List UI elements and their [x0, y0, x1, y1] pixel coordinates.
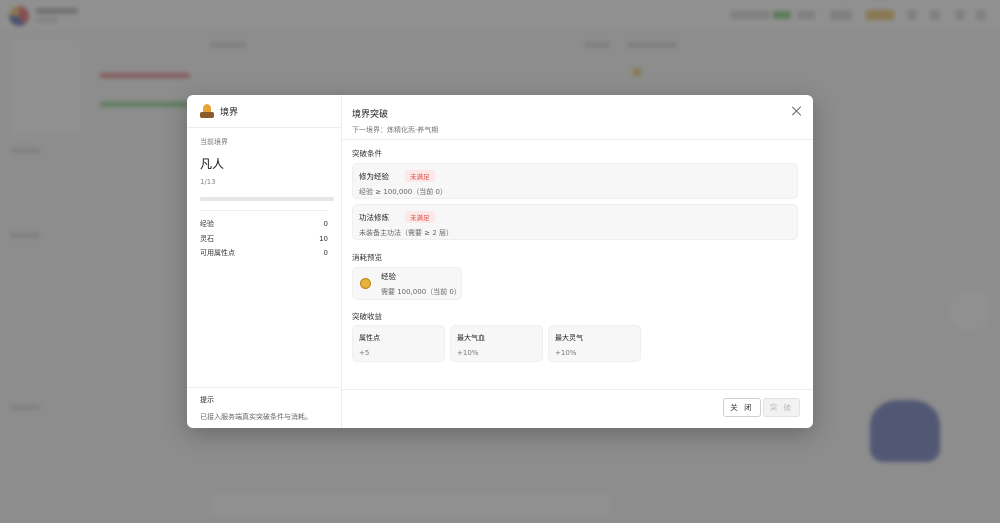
benefit-item: 最大灵气 +10%	[548, 325, 641, 362]
realm-info-panel: 境界 当前境界 凡人 1/13 经验 0 灵石 10 可用属性点 0 提示 已接…	[187, 95, 342, 428]
breakthrough-header: 境界突破 下一境界：炼精化炁·养气期	[342, 95, 813, 140]
benefit-item: 属性点 +5	[352, 325, 445, 362]
stat-row-exp: 经验 0	[200, 217, 328, 232]
stat-label: 经验	[200, 220, 214, 229]
modal-footer: 关 闭 突 破	[342, 389, 813, 428]
benefit-value: +10%	[555, 349, 577, 357]
benefit-value: +10%	[457, 349, 479, 357]
status-badge: 未满足	[405, 211, 435, 223]
cost-name: 经验	[381, 271, 396, 281]
realm-icon	[200, 104, 214, 118]
condition-name: 修为经验	[359, 171, 389, 181]
condition-desc: 经验 ≥ 100,000（当前 0）	[359, 188, 447, 196]
close-button[interactable]: 关 闭	[723, 398, 761, 417]
benefit-name: 属性点	[359, 334, 380, 342]
cost-item: 经验 需要 100,000（当前 0）	[352, 267, 462, 300]
realm-panel-title: 境界	[220, 107, 239, 118]
stat-value: 0	[323, 220, 328, 229]
conditions-title: 突破条件	[352, 149, 382, 158]
realm-panel-header: 境界	[187, 95, 341, 128]
hint-title: 提示	[200, 396, 214, 404]
cost-title: 消耗预览	[352, 253, 382, 262]
status-badge: 未满足	[405, 170, 435, 182]
condition-name: 功法修炼	[359, 212, 389, 222]
hint-box: 提示 已接入服务端真实突破条件与消耗。	[187, 387, 341, 428]
benefit-value: +5	[359, 349, 370, 357]
stat-label: 可用属性点	[200, 249, 235, 258]
current-realm-name: 凡人	[200, 157, 225, 171]
realm-progress-text: 1/13	[200, 178, 216, 186]
benefits-title: 突破收益	[352, 312, 382, 321]
stat-label: 灵石	[200, 234, 214, 243]
benefit-item: 最大气血 +10%	[450, 325, 543, 362]
breakthrough-panel: 境界突破 下一境界：炼精化炁·养气期 突破条件 修为经验 未满足 经验 ≥ 100…	[342, 95, 813, 428]
stat-row-spirit-stone: 灵石 10	[200, 232, 328, 247]
stat-value: 10	[319, 234, 328, 243]
cost-desc: 需要 100,000（当前 0）	[381, 287, 461, 296]
benefit-name: 最大气血	[457, 334, 485, 342]
current-realm-label: 当前境界	[200, 138, 228, 146]
hint-text: 已接入服务端真实突破条件与消耗。	[200, 413, 312, 421]
benefit-name: 最大灵气	[555, 334, 583, 342]
stat-row-attribute-points: 可用属性点 0	[200, 246, 328, 261]
breakthrough-button[interactable]: 突 破	[763, 398, 800, 417]
realm-stats: 经验 0 灵石 10 可用属性点 0	[200, 210, 328, 261]
condition-desc: 未装备主功法（需要 ≥ 2 层）	[359, 229, 453, 237]
close-icon[interactable]	[791, 105, 803, 117]
condition-item-exp: 修为经验 未满足 经验 ≥ 100,000（当前 0）	[352, 163, 798, 199]
realm-progress-bar	[200, 197, 334, 201]
breakthrough-title: 境界突破	[352, 110, 389, 120]
next-realm-text: 下一境界：炼精化炁·养气期	[352, 126, 439, 134]
condition-item-technique: 功法修炼 未满足 未装备主功法（需要 ≥ 2 层）	[352, 204, 798, 240]
stat-value: 0	[323, 249, 328, 258]
realm-breakthrough-modal: 境界 当前境界 凡人 1/13 经验 0 灵石 10 可用属性点 0 提示 已接…	[187, 95, 813, 428]
exp-coin-icon	[360, 278, 371, 289]
